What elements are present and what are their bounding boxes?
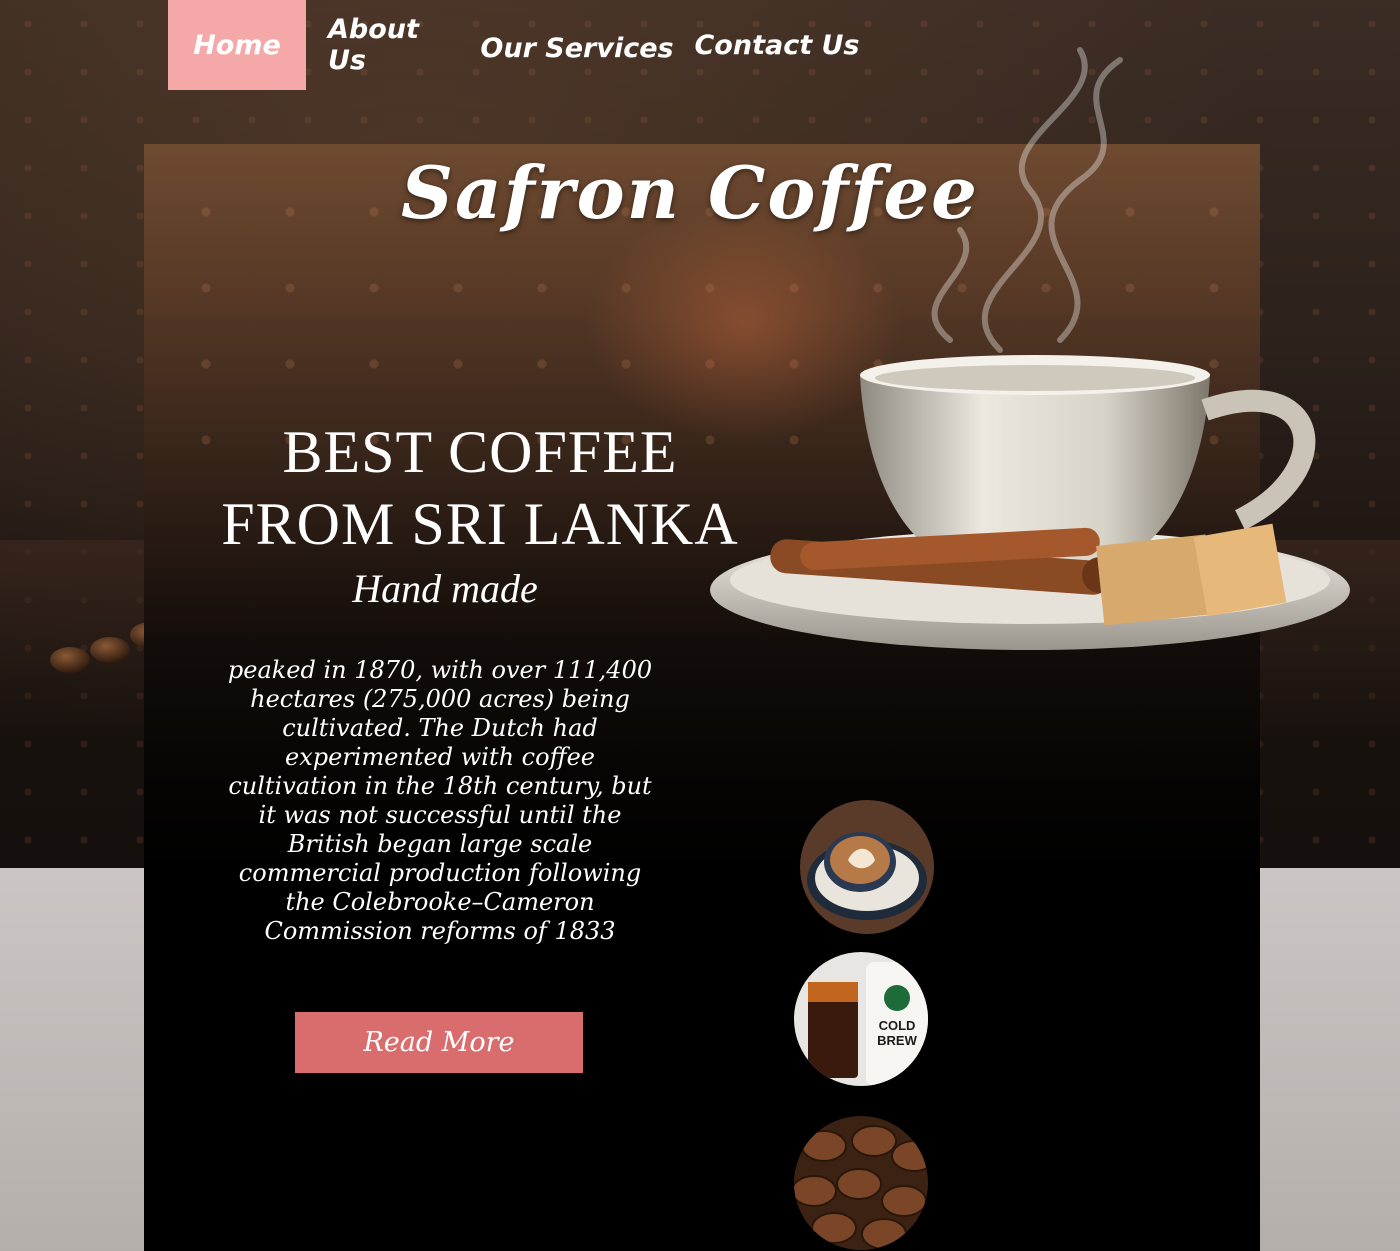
coffee-cup-illustration xyxy=(710,47,1350,650)
hero-body-text: peaked in 1870, with over 111,400 hectar… xyxy=(227,656,653,945)
nav-our-services[interactable]: Our Services xyxy=(466,0,688,90)
hero-headline: BEST COFFEE FROM SRI LANKA xyxy=(200,416,760,560)
cold-brew-label: COLD xyxy=(879,1018,916,1033)
headline-line-2: FROM SRI LANKA xyxy=(221,491,739,557)
thumbnail-beans[interactable] xyxy=(794,1116,928,1250)
headline-line-1: BEST COFFEE xyxy=(282,419,678,485)
read-more-button[interactable]: Read More xyxy=(295,1012,583,1073)
cold-brew-label-2: BREW xyxy=(877,1033,917,1048)
beans-icon xyxy=(794,1116,928,1250)
nav-about-us[interactable]: About Us xyxy=(306,0,466,90)
nav-home[interactable]: Home xyxy=(168,0,306,90)
cold-brew-icon: COLD BREW xyxy=(794,952,928,1086)
latte-icon xyxy=(800,800,934,934)
brand-title: Safron Coffee xyxy=(401,150,979,235)
thumbnail-cold-brew[interactable]: COLD BREW xyxy=(794,952,928,1086)
thumbnail-latte[interactable] xyxy=(800,800,934,934)
hero-subheading: Hand made xyxy=(352,566,538,611)
